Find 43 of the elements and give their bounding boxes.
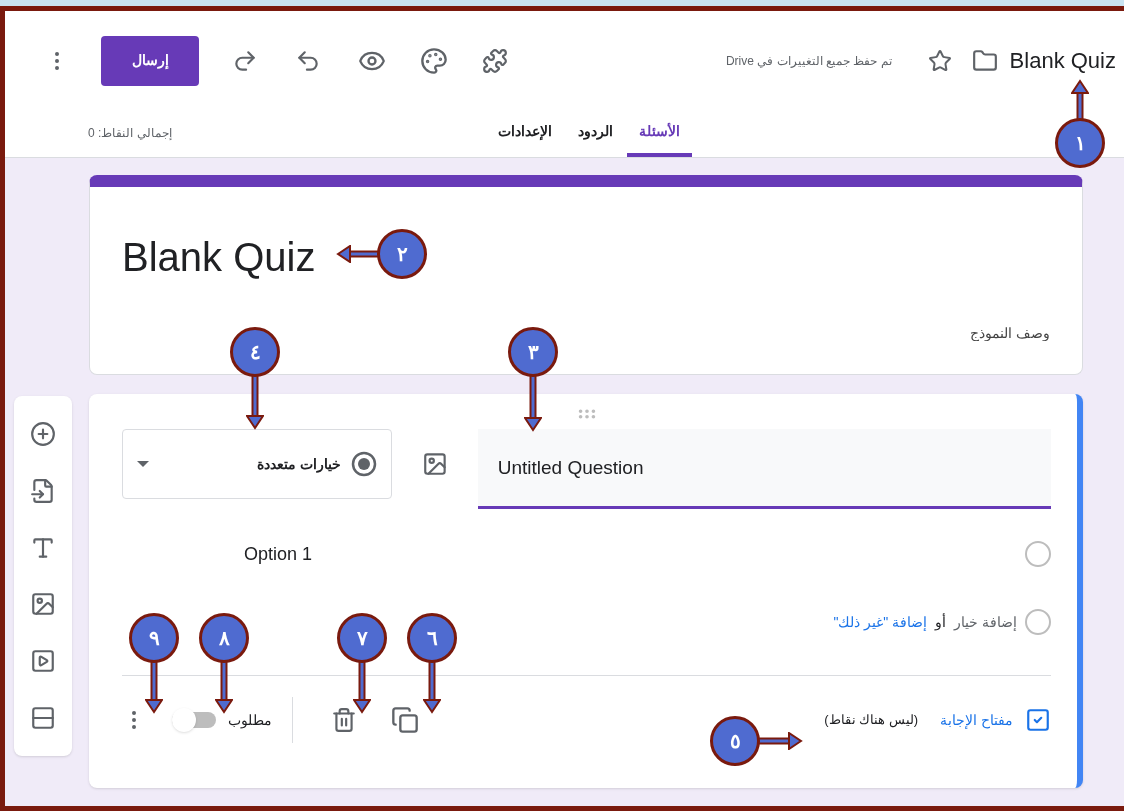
radio-checked-icon xyxy=(350,451,377,477)
document-title[interactable]: Blank Quiz xyxy=(1009,44,1116,77)
puzzle-icon[interactable] xyxy=(482,47,508,74)
tab[interactable]: الإعدادات xyxy=(485,110,564,157)
add-question-icon[interactable] xyxy=(30,421,56,448)
radio-icon xyxy=(1025,609,1051,635)
question-title-field[interactable]: Untitled Question xyxy=(477,429,1051,509)
radio-icon xyxy=(1025,541,1051,567)
image-icon[interactable] xyxy=(421,451,448,477)
image-icon[interactable] xyxy=(30,591,56,618)
required-label: مطلوب xyxy=(228,710,272,731)
answer-key-icon[interactable] xyxy=(1025,707,1051,733)
video-icon[interactable] xyxy=(30,647,56,674)
send-button[interactable]: إرسال xyxy=(101,35,199,86)
callout-arrow xyxy=(145,662,163,714)
delete-icon[interactable] xyxy=(331,707,357,733)
callout-arrow xyxy=(1071,79,1089,119)
callout-arrow xyxy=(336,245,378,263)
star-icon[interactable] xyxy=(927,48,952,73)
add-other-link[interactable]: إضافة "غير ذلك" xyxy=(833,611,928,633)
points-text: (ليس هناك نقاط) xyxy=(824,711,919,730)
tab[interactable]: الأسئلة xyxy=(626,110,692,157)
callout-arrow xyxy=(524,376,542,432)
total-points: إجمالي النقاط: 0 xyxy=(88,125,172,142)
section-icon[interactable] xyxy=(30,704,56,731)
or-text: أو xyxy=(935,612,947,633)
callout-arrow xyxy=(246,376,264,430)
callout-arrow xyxy=(759,732,803,750)
save-status: تم حفظ جميع التغييرات في Drive xyxy=(725,52,892,70)
tab[interactable]: الردود xyxy=(565,110,625,157)
add-option-link[interactable]: إضافة خيار xyxy=(954,611,1017,633)
option-text[interactable]: Option 1 xyxy=(244,540,313,568)
callout-arrow xyxy=(215,662,233,714)
import-icon[interactable] xyxy=(30,478,56,504)
caret-icon xyxy=(137,461,149,467)
form-title[interactable]: Blank Quiz xyxy=(122,227,316,287)
duplicate-icon[interactable] xyxy=(391,706,419,734)
palette-icon[interactable] xyxy=(420,46,448,75)
folder-icon[interactable] xyxy=(971,47,998,74)
answer-key-link[interactable]: مفتاح الإجابة xyxy=(940,709,1013,731)
callout-arrow xyxy=(353,662,371,714)
question-type-dropdown[interactable]: خيارات متعددة xyxy=(122,429,392,499)
callout-arrow xyxy=(423,662,441,714)
